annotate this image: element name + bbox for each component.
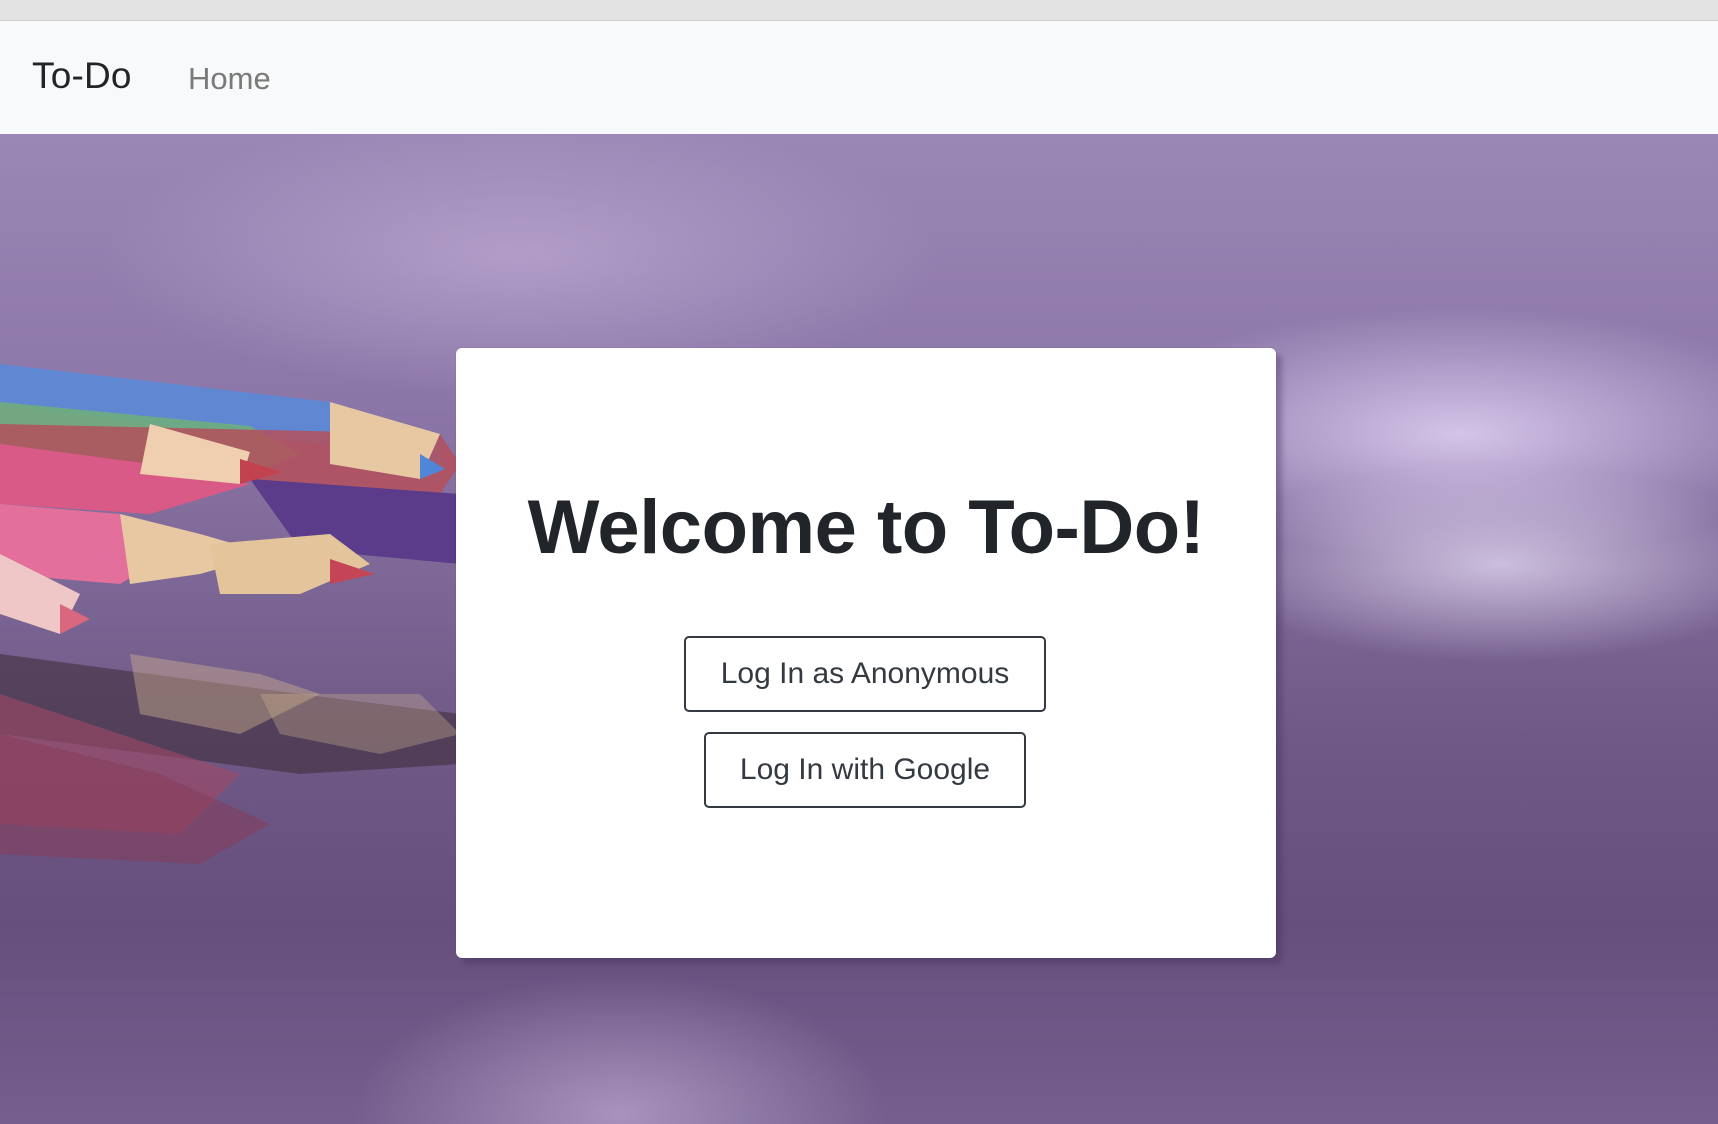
colored-pencils-image — [0, 364, 460, 864]
welcome-card: Welcome to To-Do! Log In as Anonymous Lo… — [456, 348, 1276, 958]
navbar-brand[interactable]: To-Do — [32, 55, 132, 97]
welcome-title: Welcome to To-Do! — [527, 485, 1205, 570]
hero-background-image: Welcome to To-Do! Log In as Anonymous Lo… — [0, 134, 1718, 1124]
browser-top-strip — [0, 0, 1718, 21]
nav-link-home[interactable]: Home — [188, 61, 271, 97]
login-google-button[interactable]: Log In with Google — [704, 732, 1026, 808]
login-anonymous-button[interactable]: Log In as Anonymous — [684, 636, 1046, 712]
navbar: To-Do Home — [0, 21, 1718, 134]
